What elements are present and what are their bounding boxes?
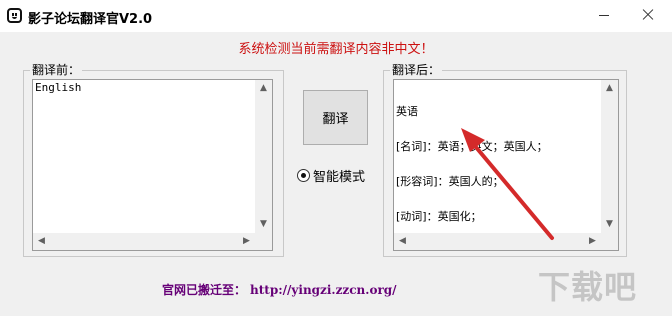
scroll-right-icon[interactable]: ▶ (242, 237, 251, 246)
source-group: 翻译前： English ▲ ▼ ◀ ▶ (23, 63, 284, 257)
close-button[interactable] (628, 0, 668, 30)
watermark-logo: 下载吧 (538, 262, 662, 314)
source-text[interactable]: English (35, 82, 254, 230)
smart-mode-option[interactable]: 智能模式 (297, 166, 365, 185)
scroll-down-icon[interactable]: ▼ (259, 220, 268, 229)
result-label: 翻译后： (390, 63, 443, 77)
smart-mode-radio[interactable] (297, 169, 310, 182)
result-line: [动词]：英国化； (396, 210, 482, 223)
result-vertical-scrollbar[interactable]: ▲ ▼ (601, 80, 618, 233)
result-group: 翻译后： 英语 [名词]：英语；英文；英国人； [形容词]：英国人的； [动词]… (383, 63, 627, 257)
result-line: 英语 (396, 105, 418, 118)
scroll-corner (601, 233, 618, 250)
scroll-left-icon[interactable]: ◀ (398, 237, 407, 246)
scroll-up-icon[interactable]: ▲ (259, 84, 268, 93)
result-horizontal-scrollbar[interactable]: ◀ ▶ (394, 233, 601, 250)
footer-notice: 官网已搬迁至： http://yingzi.zzcn.org/ (162, 281, 397, 298)
minimize-button[interactable] (584, 0, 624, 30)
result-text-output[interactable]: 英语 [名词]：英语；英文；英国人； [形容词]：英国人的； [动词]：英国化；… (393, 79, 619, 251)
source-label: 翻译前： (30, 63, 83, 77)
scroll-corner (255, 233, 272, 250)
scroll-right-icon[interactable]: ▶ (588, 237, 597, 246)
app-logo-icon (7, 8, 22, 23)
window-title: 影子论坛翻译官V2.0 (28, 12, 153, 27)
scroll-left-icon[interactable]: ◀ (37, 237, 46, 246)
smart-mode-label[interactable]: 智能模式 (313, 166, 365, 185)
footer-url-link[interactable]: http://yingzi.zzcn.org/ (250, 283, 397, 297)
result-line: [形容词]：英国人的； (396, 175, 504, 188)
scroll-up-icon[interactable]: ▲ (605, 84, 614, 93)
watermark-text: 下载吧 (538, 268, 638, 306)
source-text-input[interactable]: English ▲ ▼ ◀ ▶ (32, 79, 273, 251)
result-text[interactable]: 英语 [名词]：英语；英文；英国人； [形容词]：英国人的； [动词]：英国化； (396, 82, 600, 230)
scroll-down-icon[interactable]: ▼ (605, 220, 614, 229)
source-vertical-scrollbar[interactable]: ▲ ▼ (255, 80, 272, 233)
status-message: 系统检测当前需翻译内容非中文！ (238, 42, 434, 57)
translate-button[interactable]: 翻译 (303, 90, 368, 145)
result-line: [名词]：英语；英文；英国人； (396, 140, 548, 153)
source-horizontal-scrollbar[interactable]: ◀ ▶ (33, 233, 255, 250)
title-bar: 影子论坛翻译官V2.0 (0, 0, 672, 32)
footer-text: 官网已搬迁至： (162, 283, 247, 297)
